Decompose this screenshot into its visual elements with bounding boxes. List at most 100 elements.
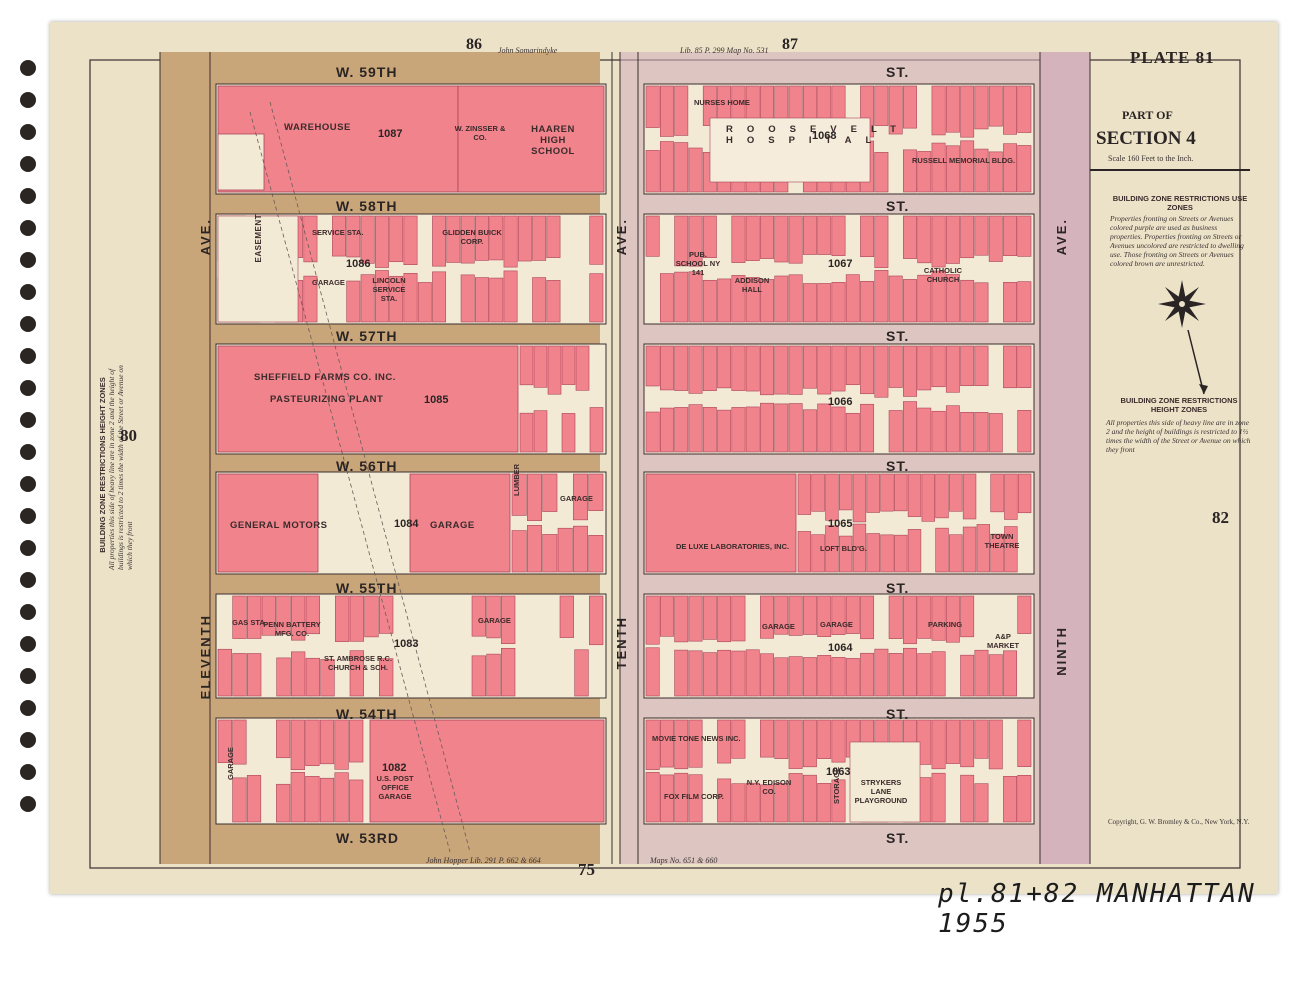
- block-1067-bldg: [674, 271, 689, 323]
- block-1066-bldg: [917, 345, 932, 391]
- block-1067-bldg: [974, 282, 989, 323]
- block-1082a-bldg: [276, 783, 291, 823]
- block-1086-bldg: [546, 280, 561, 323]
- block-1064-bldg: [974, 649, 989, 697]
- label-town-theatre: TOWN THEATRE: [984, 532, 1020, 550]
- block-1067-bldg: [874, 215, 889, 268]
- block-1063-bldg: [1017, 775, 1032, 823]
- street-w54-st: ST.: [886, 706, 910, 722]
- block-1068-bldg: [1003, 85, 1018, 135]
- block-1063-bldg: [974, 783, 989, 823]
- block-1082a-bldg: [276, 719, 291, 759]
- block-1083a-bldg: [305, 657, 320, 697]
- label-addison: ADDISON HALL: [734, 276, 770, 294]
- block-1066-bldg: [960, 345, 975, 387]
- block-1068-bldg: [688, 147, 703, 193]
- block-1086-bldg: [389, 215, 404, 263]
- block-1065: 1065: [828, 518, 853, 530]
- block-1082a-bldg: [334, 719, 349, 770]
- block-1064-bldg: [888, 653, 903, 697]
- block-1066-bldg: [845, 345, 860, 386]
- block-1065-bldg: [1017, 473, 1032, 514]
- block-1085: 1085: [424, 394, 449, 406]
- label-general-motors: GENERAL MOTORS: [230, 520, 328, 531]
- block-1067-bldg: [845, 274, 860, 323]
- block-1064-bldg: [931, 651, 946, 697]
- block-1067-bldg: [860, 215, 875, 258]
- block-1064-bldg: [788, 656, 803, 697]
- block-1065-bldg: [949, 534, 963, 573]
- block-1065-bldg: [990, 473, 1004, 513]
- block-1065-bldg: [949, 473, 963, 512]
- section-title: SECTION 4: [1096, 128, 1196, 149]
- block-1066-bldg: [988, 413, 1003, 453]
- block-1067-bldg: [931, 215, 946, 268]
- block-1066-bldg: [888, 410, 903, 453]
- block-1082a-bldg: [349, 779, 364, 823]
- block-1065-bldg: [880, 473, 894, 512]
- block-1066-bldg: [688, 345, 703, 394]
- block-1082a-bldg: [290, 772, 305, 823]
- margin-note-bottom-left: John Hopper Lib. 291 P. 662 & 664: [426, 856, 541, 865]
- block-1066-bldg: [817, 403, 832, 453]
- block-1066-bldg: [917, 407, 932, 453]
- block-1084: 1084: [394, 518, 419, 530]
- block-1066-bldg: [802, 345, 817, 389]
- block-1084-bldg: [511, 530, 527, 573]
- block-1064-bldg: [874, 648, 889, 697]
- legend-height-text: All properties this side of heavy line a…: [1106, 418, 1251, 454]
- street-w55: W. 55TH: [336, 580, 398, 596]
- block-1063-bldg: [674, 719, 689, 770]
- block-1066-bldg: [874, 345, 889, 398]
- block-1064-bldg: [688, 595, 703, 642]
- binder-hole: [20, 508, 36, 524]
- block-1064-bldg: [988, 654, 1003, 697]
- street-w53-st: ST.: [886, 830, 910, 846]
- block-1066-bldg: [831, 345, 846, 392]
- street-w56-st: ST.: [886, 458, 910, 474]
- adjacent-plate-top-right: 87: [782, 36, 798, 53]
- binder-hole: [20, 316, 36, 332]
- block-1064-bldg: [960, 595, 975, 638]
- block-1064-bldg: [802, 595, 817, 635]
- block-1066-bldg: [688, 404, 703, 453]
- label-glidden: GLIDDEN BUICK CORP.: [442, 228, 502, 246]
- block-1085-bldg: [589, 407, 604, 453]
- block-1068-bldg: [988, 85, 1003, 127]
- block-1066-bldg: [974, 412, 989, 453]
- block-1067-bldg: [960, 215, 975, 259]
- block-1067-bldg: [917, 215, 932, 264]
- block-1067-bldg: [960, 279, 975, 323]
- block-1083a-bldg: [335, 595, 350, 642]
- block-1083a-bldg: [232, 653, 247, 697]
- plate-number: PLATE 81: [1130, 48, 1215, 67]
- block-1068-bldg: [874, 152, 889, 193]
- deluxe-footprint: [645, 473, 797, 573]
- binder-hole: [20, 572, 36, 588]
- block-1082a-bldg: [319, 719, 335, 765]
- block-1068-bldg: [674, 85, 689, 136]
- block-1063-bldg: [659, 719, 674, 768]
- label-nurses-home: NURSES HOME: [694, 98, 750, 107]
- street-w59-st: ST.: [886, 64, 910, 80]
- block-1066-bldg: [702, 407, 717, 453]
- block-1067-bldg: [702, 279, 717, 323]
- block-1082a-bldg: [349, 719, 364, 763]
- handwritten-annotation: pl.81+82 MANHATTAN 1955: [938, 879, 1256, 939]
- avenue-tenth-ave: AVE.: [614, 218, 629, 256]
- block-1066-bldg: [674, 345, 689, 391]
- block-1064-bldg: [831, 657, 846, 697]
- map-sheet: 86 John Somarindyke Lib. 85 P. 299 Map N…: [50, 22, 1278, 894]
- binder-hole: [20, 540, 36, 556]
- block-1065-bldg: [866, 473, 880, 513]
- block-1063-bldg: [817, 719, 832, 759]
- label-post-office: U.S. POST OFFICE GARAGE: [376, 774, 414, 801]
- block-1068-bldg: [931, 85, 946, 136]
- margin-note-top-right: Lib. 85 P. 299 Map No. 531: [680, 46, 769, 55]
- block-1066-bldg: [960, 411, 975, 453]
- binder-hole: [20, 188, 36, 204]
- label-russell: RUSSELL MEMORIAL BLDG.: [912, 156, 1016, 165]
- block-1086-bldg: [417, 282, 432, 323]
- block-1064-bldg: [674, 595, 689, 643]
- block-1064-bldg: [717, 595, 732, 643]
